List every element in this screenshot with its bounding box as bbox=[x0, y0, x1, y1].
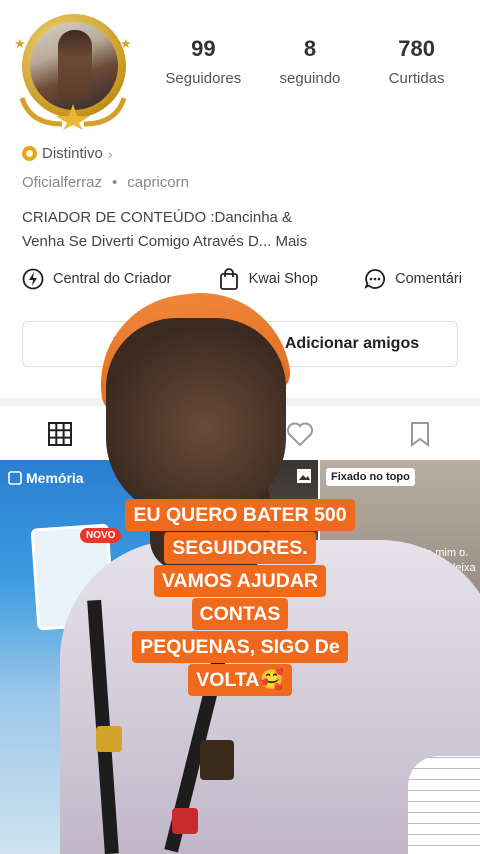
likes-count: 780 bbox=[398, 36, 435, 61]
following-stat[interactable]: 8 seguindo bbox=[257, 36, 364, 87]
caption-line: VAMOS AJUDAR bbox=[153, 565, 326, 597]
caption-line: VOLTA🥰 bbox=[188, 664, 292, 696]
heart-icon bbox=[287, 422, 313, 447]
grid-icon bbox=[48, 422, 72, 446]
followers-count: 99 bbox=[191, 36, 216, 61]
creator-center-label: Central do Criador bbox=[53, 271, 172, 287]
bio-line-1: CRIADOR DE CONTEÚDO :Dancinha & bbox=[22, 209, 293, 226]
avatar-figure bbox=[58, 30, 92, 100]
caption-line: CONTAS bbox=[191, 598, 289, 630]
profile-bio: CRIADOR DE CONTEÚDO :Dancinha & Venha Se… bbox=[22, 206, 462, 254]
following-label: seguindo bbox=[279, 70, 341, 87]
caption-line: EU QUERO BATER 500 bbox=[125, 499, 355, 531]
laurel-wreath-icon bbox=[19, 97, 127, 130]
following-count: 8 bbox=[303, 36, 317, 61]
tab-liked[interactable] bbox=[240, 410, 360, 458]
comments-link[interactable]: Comentári bbox=[364, 268, 462, 290]
bio-more-link[interactable]: Mais bbox=[275, 233, 307, 250]
profile-actions: Central do Criador Kwai Shop Comentári bbox=[22, 268, 462, 290]
followers-label: Seguidores bbox=[165, 70, 242, 87]
content-tabs bbox=[0, 410, 480, 458]
image-icon bbox=[297, 469, 311, 483]
followers-stat[interactable]: 99 Seguidores bbox=[150, 36, 257, 87]
profile-avatar[interactable]: ★ ★ bbox=[12, 10, 134, 132]
username: Oficialferraz bbox=[22, 174, 103, 191]
caption-line: SEGUIDORES. bbox=[164, 532, 316, 564]
tab-saved[interactable] bbox=[360, 410, 480, 458]
edit-profile-button[interactable]: Edit bbox=[22, 321, 234, 367]
star-icon: ★ bbox=[120, 36, 132, 51]
memory-label: Memória bbox=[8, 470, 84, 486]
star-icon: ★ bbox=[14, 36, 26, 51]
kwai-shop-label: Kwai Shop bbox=[248, 271, 318, 287]
section-divider bbox=[0, 398, 480, 406]
likes-label: Curtidas bbox=[388, 70, 445, 87]
profile-meta: Oficialferraz • capricorn bbox=[22, 174, 189, 191]
caption-line: PEQUENAS, SIGO De bbox=[132, 631, 348, 663]
tab-grid[interactable] bbox=[0, 410, 120, 458]
shopping-bag-icon bbox=[219, 268, 238, 290]
likes-stat[interactable]: 780 Curtidas bbox=[363, 36, 470, 87]
memory-label-text: Memória bbox=[26, 470, 84, 486]
comment-bubble-icon bbox=[364, 269, 386, 289]
badge-link[interactable]: Distintivo › bbox=[22, 145, 113, 162]
creator-center-link[interactable]: Central do Criador bbox=[22, 268, 171, 290]
add-friends-button[interactable]: Adicionar amigos bbox=[246, 321, 458, 367]
bio-line-2: Venha Se Diverti Comigo Através D... bbox=[22, 233, 272, 250]
separator-dot: • bbox=[112, 174, 118, 191]
pinned-badge: Fixado no topo bbox=[326, 468, 415, 486]
badge-label: Distintivo bbox=[42, 145, 103, 162]
comments-label: Comentári bbox=[395, 271, 462, 287]
kwai-shop-link[interactable]: Kwai Shop bbox=[218, 268, 318, 290]
video-caption: EU QUERO BATER 500 SEGUIDORES. VAMOS AJU… bbox=[0, 499, 480, 697]
zodiac-sign: capricorn bbox=[127, 174, 189, 191]
tab-private[interactable] bbox=[120, 410, 240, 458]
bookmark-icon bbox=[411, 422, 429, 447]
gallery-icon bbox=[8, 471, 22, 485]
profile-stats: 99 Seguidores 8 seguindo 780 Curtidas bbox=[150, 36, 470, 87]
lightning-icon bbox=[22, 268, 44, 290]
chevron-right-icon: › bbox=[107, 145, 113, 162]
badge-icon bbox=[22, 146, 37, 161]
